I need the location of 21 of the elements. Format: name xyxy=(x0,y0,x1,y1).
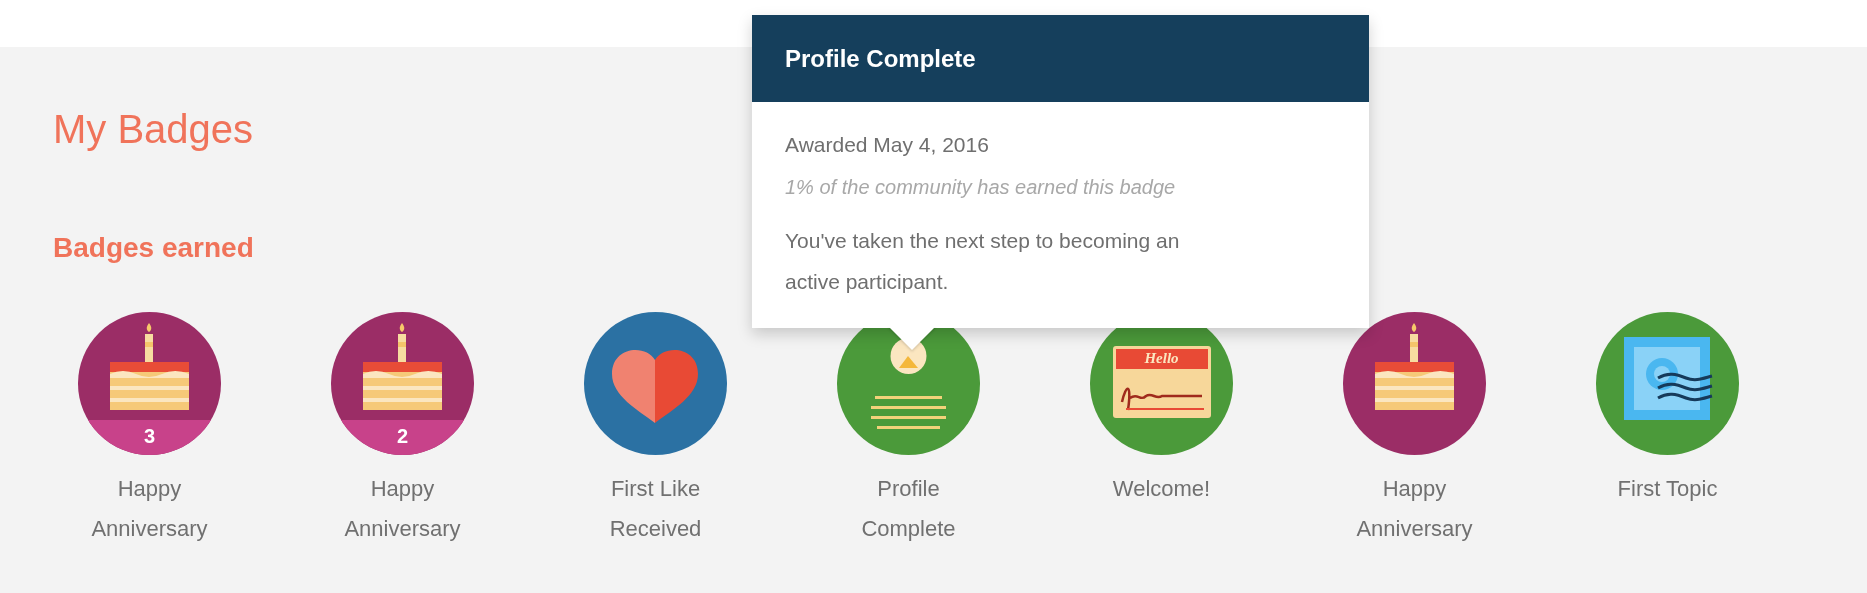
community-share: 1% of the community has earned this badge xyxy=(785,175,1177,200)
badge-label: First Topic xyxy=(1616,475,1719,503)
section-title: Badges earned xyxy=(53,231,254,265)
cake-badge-icon xyxy=(1343,312,1486,455)
badge-description: You've taken the next step to becoming an active participant. xyxy=(785,228,1181,295)
badge-label: Welcome! xyxy=(1111,475,1212,503)
tooltip-title: Profile Complete xyxy=(785,44,976,73)
badge-label: Happy Anniversary xyxy=(343,475,462,543)
badge-count: 3 xyxy=(143,425,156,447)
badge-count: 2 xyxy=(396,425,409,447)
badge-label: First Like Received xyxy=(608,475,703,543)
badge-label: Happy Anniversary xyxy=(90,475,209,543)
sticker-text: Hello xyxy=(1144,349,1179,367)
badge-label: Happy Anniversary xyxy=(1355,475,1474,543)
cake-badge-icon xyxy=(331,312,474,455)
page-title: My Badges xyxy=(53,106,254,153)
badge-label: Profile Complete xyxy=(860,475,957,543)
stamp-badge-icon xyxy=(1596,312,1739,455)
heart-badge-icon xyxy=(584,312,727,455)
awarded-date: Awarded May 4, 2016 xyxy=(785,132,990,158)
cake-badge-icon xyxy=(78,312,221,455)
